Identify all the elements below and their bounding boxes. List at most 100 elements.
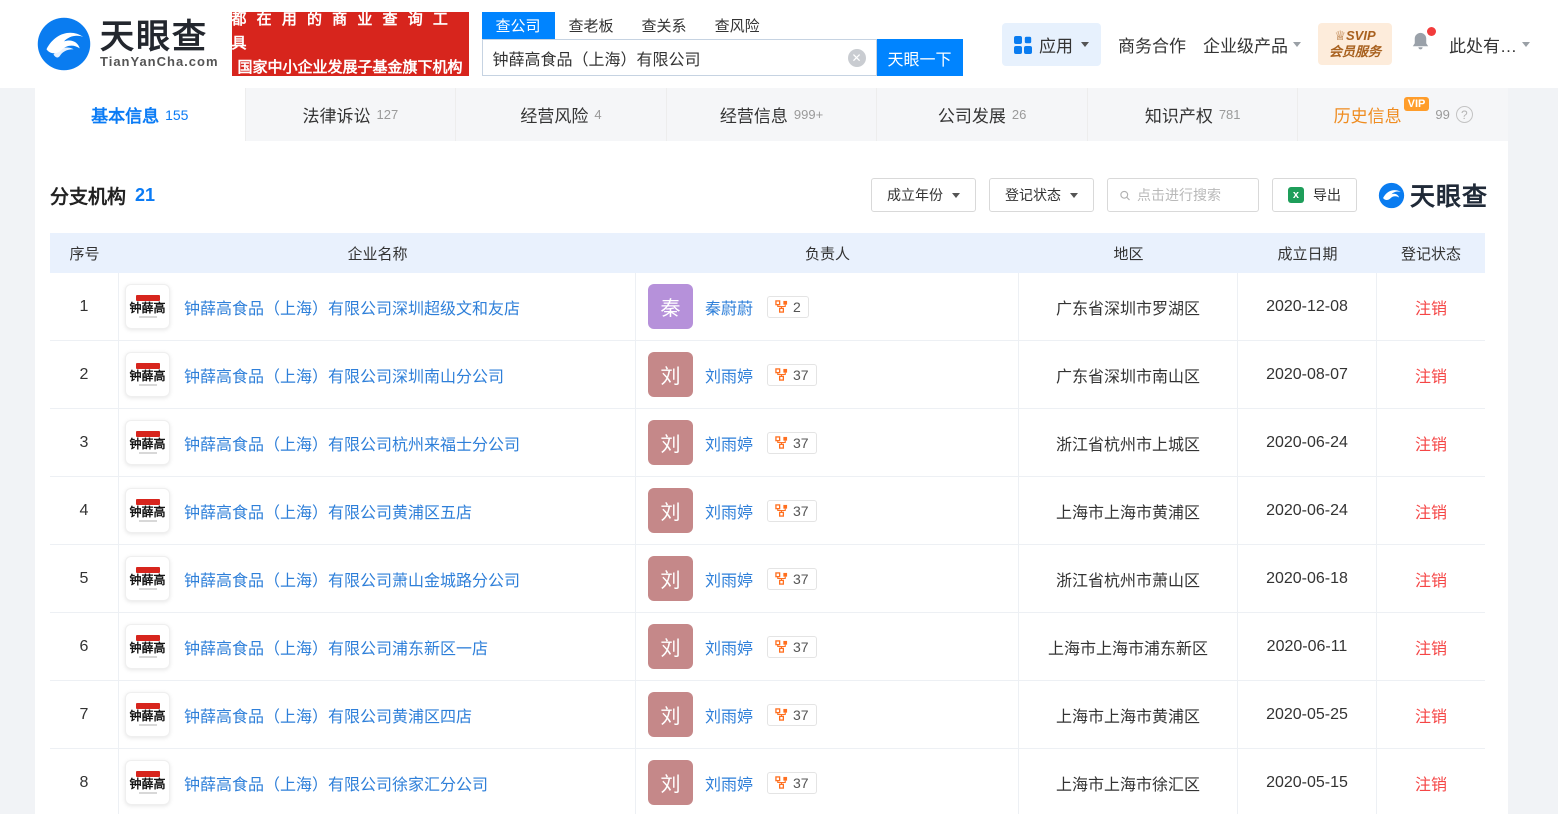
table-row: 1 钟薛高 钟薛高食品（上海）有限公司深圳超级文和友店 秦 秦蔚蔚 2 [50,273,1485,341]
tianyancha-logo[interactable]: 天眼查 TianYanCha.com [36,16,219,72]
row-number: 1 [50,273,119,340]
company-link[interactable]: 钟薛高食品（上海）有限公司浦东新区一店 [184,635,488,659]
search-input[interactable] [493,49,848,67]
search-tab-3[interactable]: 查风险 [701,12,774,39]
person-link[interactable]: 刘雨婷 [705,499,753,523]
row-number: 2 [50,341,119,408]
table-search-box[interactable] [1107,178,1259,212]
search-tab-0[interactable]: 查公司 [482,12,555,39]
related-companies-badge[interactable]: 37 [767,432,817,454]
tab-2[interactable]: 经营风险4 [456,88,667,141]
company-cell: 钟薛高 钟薛高食品（上海）有限公司杭州来福士分公司 [119,409,636,476]
tab-label: 历史信息 [1334,102,1402,127]
person-link[interactable]: 刘雨婷 [705,635,753,659]
account-menu[interactable]: 此处有… [1449,32,1530,57]
clear-icon[interactable]: ✕ [848,49,866,67]
person-avatar[interactable]: 刘 [648,624,693,669]
tab-label: 经营信息 [720,102,788,127]
enterprise-label: 企业级产品 [1203,32,1288,57]
row-number: 3 [50,409,119,476]
related-companies-badge[interactable]: 37 [767,636,817,658]
person-link[interactable]: 刘雨婷 [705,771,753,795]
header-nav: 应用 商务合作 企业级产品 ♕SVIP 会员服务 此处有… [1002,23,1530,66]
date-cell: 2020-05-25 [1238,681,1377,748]
tab-1[interactable]: 法律诉讼127 [246,88,457,141]
person-cell: 刘 刘雨婷 37 [636,477,1019,544]
tab-label: 经营风险 [520,102,588,127]
related-companies-badge[interactable]: 37 [767,364,817,386]
filter-year-dropdown[interactable]: 成立年份 [871,178,976,212]
table-search-input[interactable] [1137,187,1247,203]
company-link[interactable]: 钟薛高食品（上海）有限公司黄浦区五店 [184,499,472,523]
status-badge: 注销 [1377,545,1485,612]
company-logo: 钟薛高 [125,556,170,601]
enterprise-link[interactable]: 企业级产品 [1203,32,1301,57]
tab-5[interactable]: 知识产权781 [1088,88,1299,141]
date-cell: 2020-06-24 [1238,409,1377,476]
search-button[interactable]: 天眼一下 [877,39,963,76]
person-avatar[interactable]: 秦 [648,284,693,329]
region-cell: 上海市上海市浦东新区 [1019,613,1238,680]
region-cell: 上海市上海市黄浦区 [1019,477,1238,544]
toolbar: 成立年份 登记状态 x 导出 [871,177,1488,213]
table-header-row: 序号 企业名称 负责人 地区 成立日期 登记状态 [50,233,1485,273]
apps-button[interactable]: 应用 [1002,23,1101,66]
person-cell: 刘 刘雨婷 37 [636,749,1019,814]
person-link[interactable]: 刘雨婷 [705,567,753,591]
cooperation-link[interactable]: 商务合作 [1118,32,1186,57]
export-button[interactable]: x 导出 [1272,178,1357,212]
logo-text: 钟薛高 [129,778,165,791]
company-cell: 钟薛高 钟薛高食品（上海）有限公司深圳南山分公司 [119,341,636,408]
person-cell: 刘 刘雨婷 37 [636,681,1019,748]
col-header-no: 序号 [50,243,119,264]
logo-sub-mark [139,792,157,794]
related-count: 2 [793,299,801,315]
related-count: 37 [793,367,809,383]
tab-6[interactable]: 历史信息VIP99? [1298,88,1508,141]
person-avatar[interactable]: 刘 [648,692,693,737]
person-link[interactable]: 刘雨婷 [705,363,753,387]
person-link[interactable]: 刘雨婷 [705,431,753,455]
person-avatar[interactable]: 刘 [648,556,693,601]
related-companies-badge[interactable]: 37 [767,704,817,726]
person-avatar[interactable]: 刘 [648,488,693,533]
org-chart-icon [775,776,788,789]
related-companies-badge[interactable]: 37 [767,568,817,590]
promo-line2: 国家中小企业发展子基金旗下机构 [238,56,463,80]
logo-sub-mark [139,520,157,522]
filter-status-dropdown[interactable]: 登记状态 [989,178,1094,212]
company-link[interactable]: 钟薛高食品（上海）有限公司萧山金城路分公司 [184,567,520,591]
tab-0[interactable]: 基本信息155 [35,88,246,141]
person-link[interactable]: 刘雨婷 [705,703,753,727]
company-logo: 钟薛高 [125,352,170,397]
tab-3[interactable]: 经营信息 999+ [667,88,878,141]
related-companies-badge[interactable]: 2 [767,296,809,318]
company-logo: 钟薛高 [125,692,170,737]
company-link[interactable]: 钟薛高食品（上海）有限公司黄浦区四店 [184,703,472,727]
tab-count: 999+ [794,107,823,122]
date-cell: 2020-08-07 [1238,341,1377,408]
apps-label: 应用 [1039,32,1073,57]
company-cell: 钟薛高 钟薛高食品（上海）有限公司萧山金城路分公司 [119,545,636,612]
person-avatar[interactable]: 刘 [648,420,693,465]
company-link[interactable]: 钟薛高食品（上海）有限公司徐家汇分公司 [184,771,488,795]
person-avatar[interactable]: 刘 [648,352,693,397]
person-link[interactable]: 秦蔚蔚 [705,295,753,319]
svip-badge[interactable]: ♕SVIP 会员服务 [1318,23,1392,65]
person-avatar[interactable]: 刘 [648,760,693,805]
notifications-button[interactable] [1409,30,1432,58]
watermark-text: 天眼查 [1410,177,1488,213]
company-link[interactable]: 钟薛高食品（上海）有限公司深圳超级文和友店 [184,295,520,319]
tab-4[interactable]: 公司发展26 [877,88,1088,141]
person-cell: 刘 刘雨婷 37 [636,341,1019,408]
company-link[interactable]: 钟薛高食品（上海）有限公司深圳南山分公司 [184,363,504,387]
related-count: 37 [793,775,809,791]
related-companies-badge[interactable]: 37 [767,772,817,794]
search-tab-2[interactable]: 查关系 [628,12,701,39]
related-companies-badge[interactable]: 37 [767,500,817,522]
company-link[interactable]: 钟薛高食品（上海）有限公司杭州来福士分公司 [184,431,520,455]
logo-text: 钟薛高 [129,370,165,383]
search-tab-1[interactable]: 查老板 [555,12,628,39]
help-icon[interactable]: ? [1456,106,1473,123]
date-cell: 2020-06-11 [1238,613,1377,680]
